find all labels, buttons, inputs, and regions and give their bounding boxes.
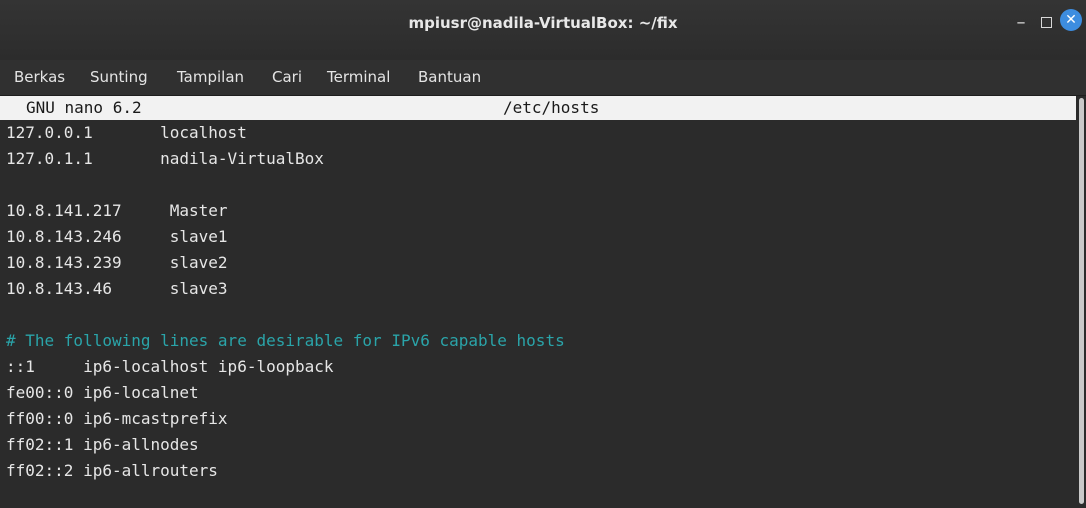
scrollbar-thumb[interactable] [1079, 98, 1084, 504]
close-icon[interactable]: ✕ [1060, 9, 1082, 31]
minimize-icon[interactable]: – [1012, 10, 1030, 36]
file-line: 10.8.143.246 slave1 [6, 227, 228, 246]
file-line: fe00::0 ip6-localnet [6, 383, 199, 402]
menu-item-berkas[interactable]: Berkas [14, 68, 65, 86]
scrollbar[interactable] [1076, 96, 1086, 508]
file-line: 127.0.1.1 nadila-VirtualBox [6, 149, 324, 168]
file-line: 10.8.143.46 slave3 [6, 279, 228, 298]
file-line: ff02::1 ip6-allnodes [6, 435, 199, 454]
menu-item-cari[interactable]: Cari [272, 68, 302, 86]
nano-filename: /etc/hosts [503, 98, 600, 117]
menu-bar: Berkas Sunting Tampilan Cari Terminal Ba… [0, 60, 1086, 96]
menu-item-tampilan[interactable]: Tampilan [177, 68, 244, 86]
nano-title-bar: GNU nano 6.2 /etc/hosts [0, 96, 1076, 120]
maximize-icon[interactable] [1038, 10, 1056, 36]
file-line: ::1 ip6-localhost ip6-loopback [6, 357, 334, 376]
file-line: 10.8.143.239 slave2 [6, 253, 228, 272]
file-line: ff00::0 ip6-mcastprefix [6, 409, 228, 428]
file-line: ff02::2 ip6-allrouters [6, 461, 218, 480]
comment-line: # The following lines are desirable for … [6, 331, 565, 350]
window-title: mpiusr@nadila-VirtualBox: ~/fix [408, 14, 678, 32]
menu-item-bantuan[interactable]: Bantuan [418, 68, 481, 86]
terminal-area[interactable]: GNU nano 6.2 /etc/hosts 127.0.0.1 localh… [0, 96, 1076, 508]
nano-version: GNU nano 6.2 [26, 98, 142, 117]
title-bar[interactable]: mpiusr@nadila-VirtualBox: ~/fix – ✕ [0, 0, 1086, 60]
menu-item-sunting[interactable]: Sunting [90, 68, 148, 86]
menu-item-terminal[interactable]: Terminal [327, 68, 390, 86]
file-line: 127.0.0.1 localhost [6, 123, 247, 142]
file-line: 10.8.141.217 Master [6, 201, 228, 220]
